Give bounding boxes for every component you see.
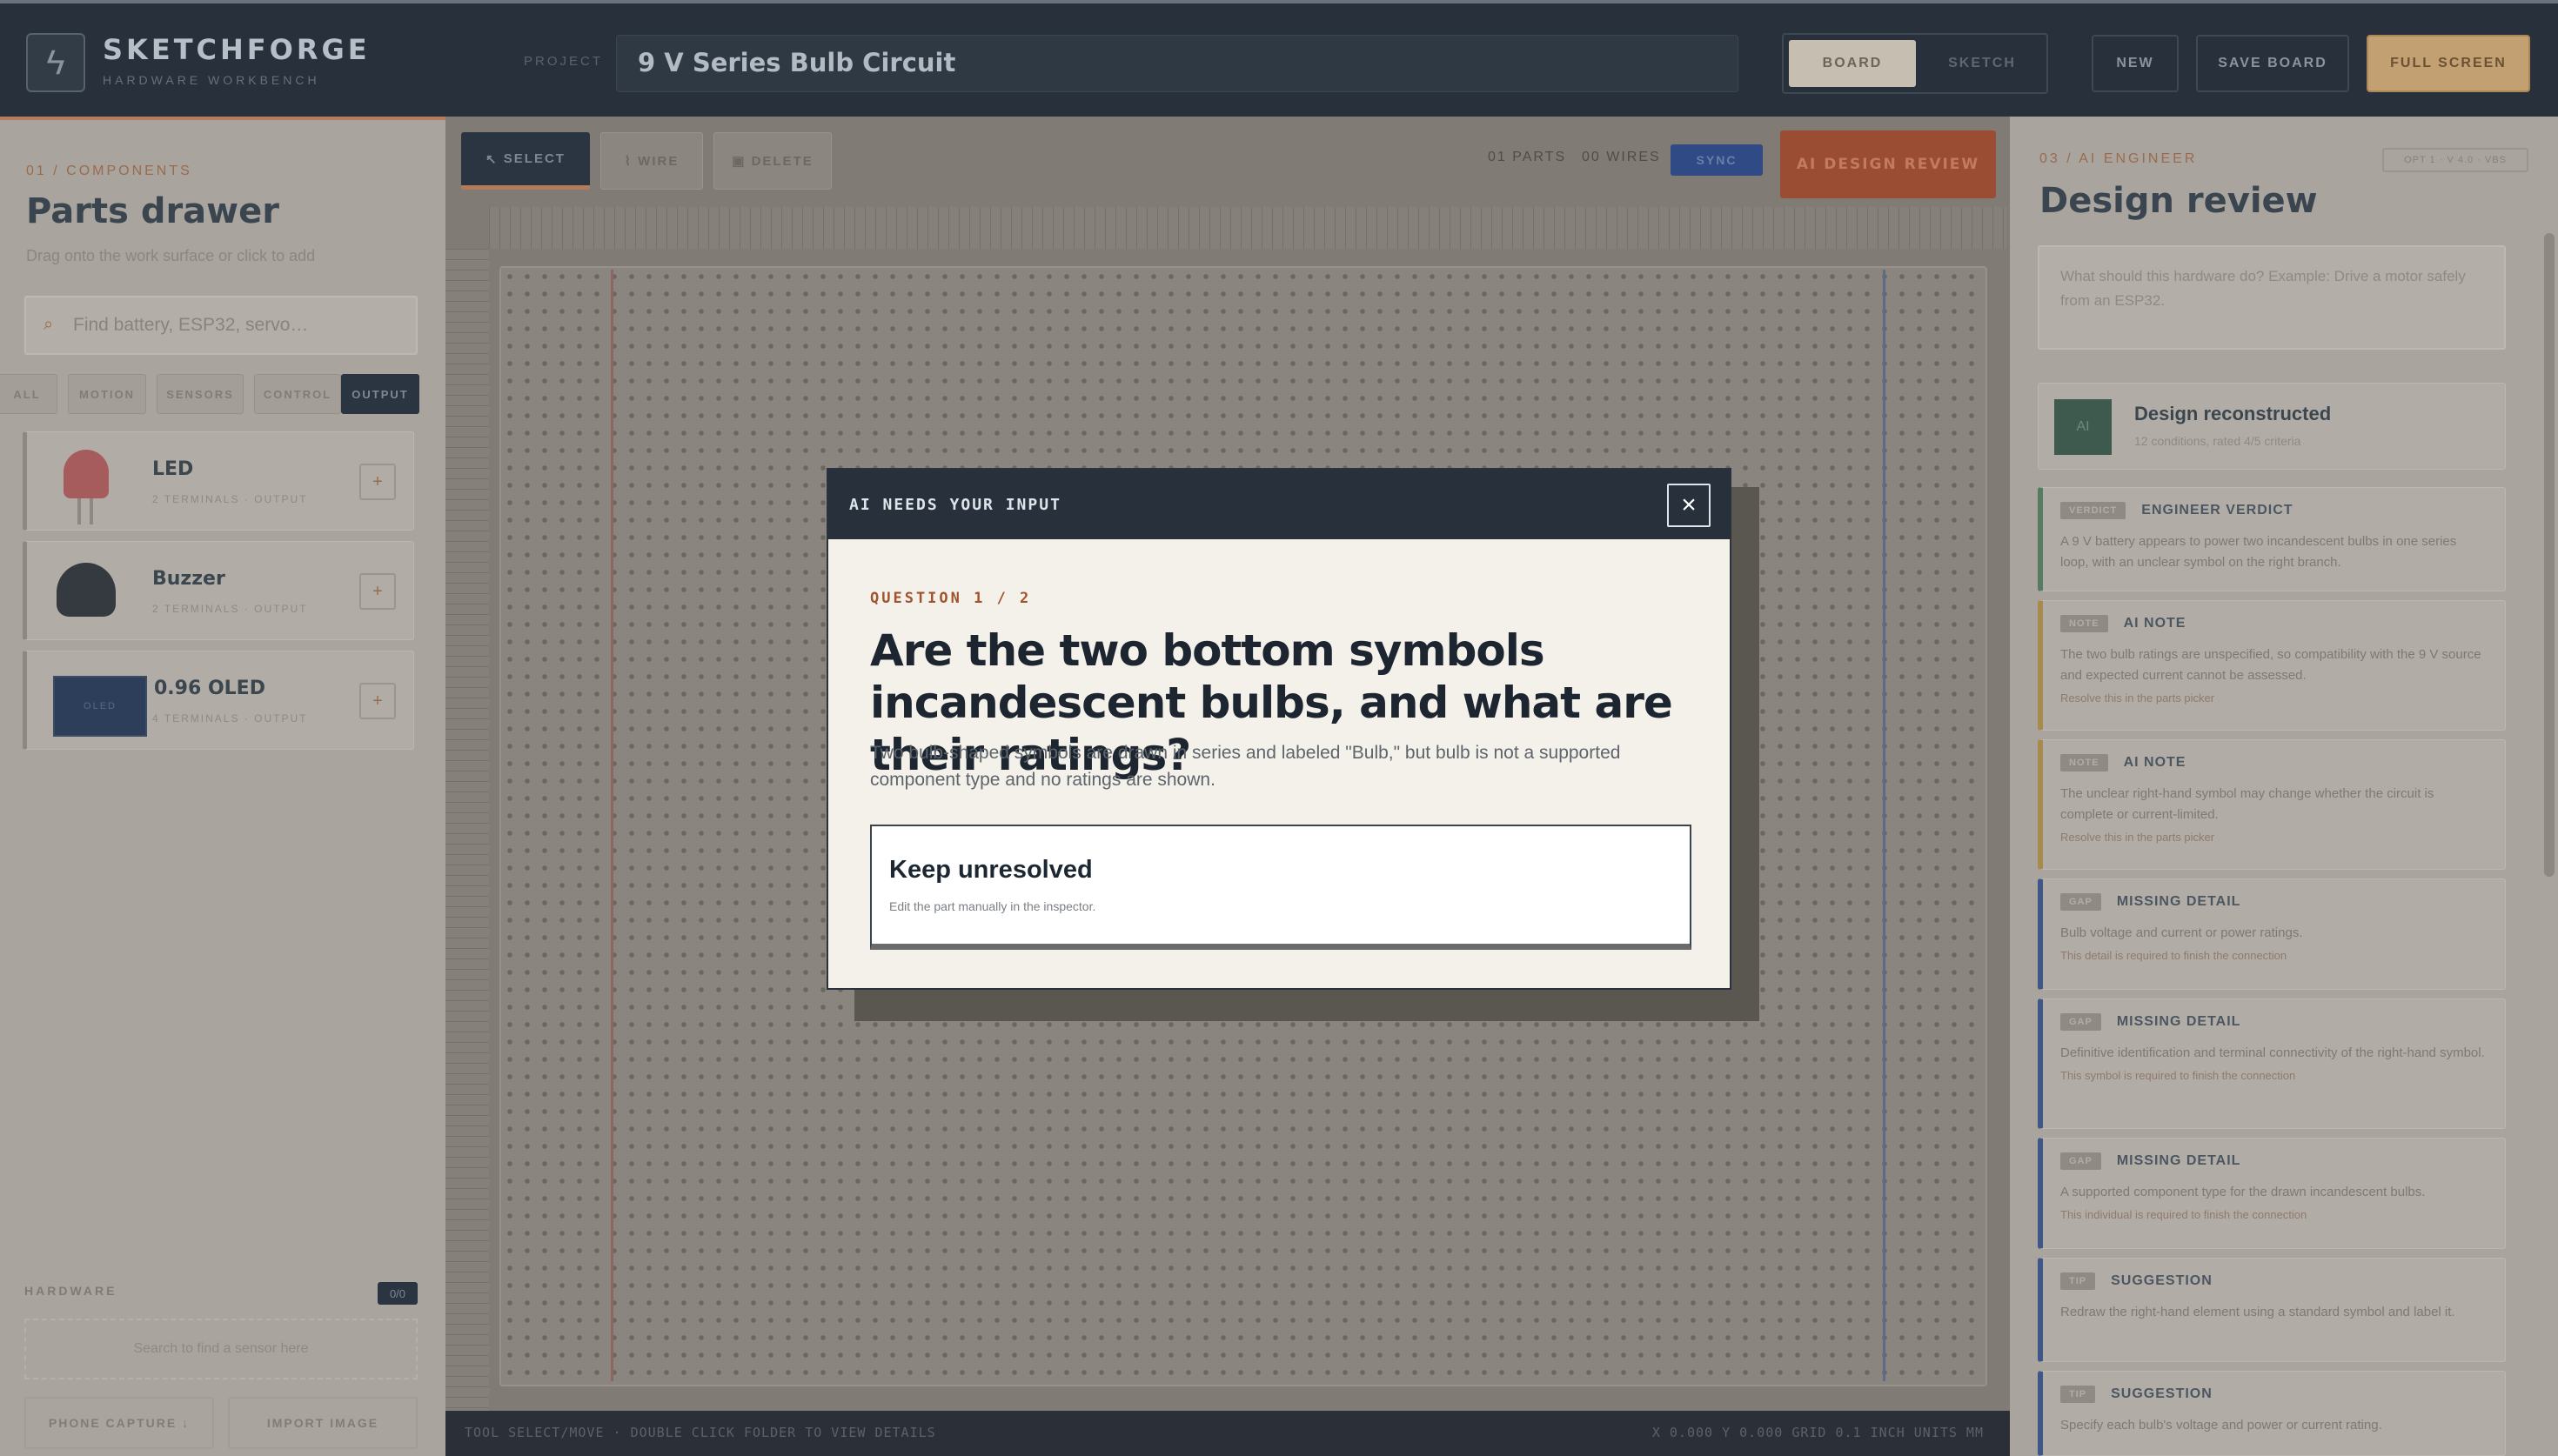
option-title: Keep unresolved [889,856,1093,884]
close-icon[interactable]: × [1667,484,1711,527]
dialog-title: AI NEEDS YOUR INPUT [849,496,1061,514]
dialog-header: AI NEEDS YOUR INPUT × [828,470,1730,539]
option-subtitle: Edit the part manually in the inspector. [889,899,1096,913]
question-description: Two bulb-shaped symbols are drawn in ser… [870,743,1621,790]
ai-question-dialog: AI NEEDS YOUR INPUT × QUESTION 1 / 2 Are… [827,468,1731,990]
question-counter: QUESTION 1 / 2 [870,590,1032,607]
keep-unresolved-option[interactable]: Keep unresolved Edit the part manually i… [870,825,1691,950]
